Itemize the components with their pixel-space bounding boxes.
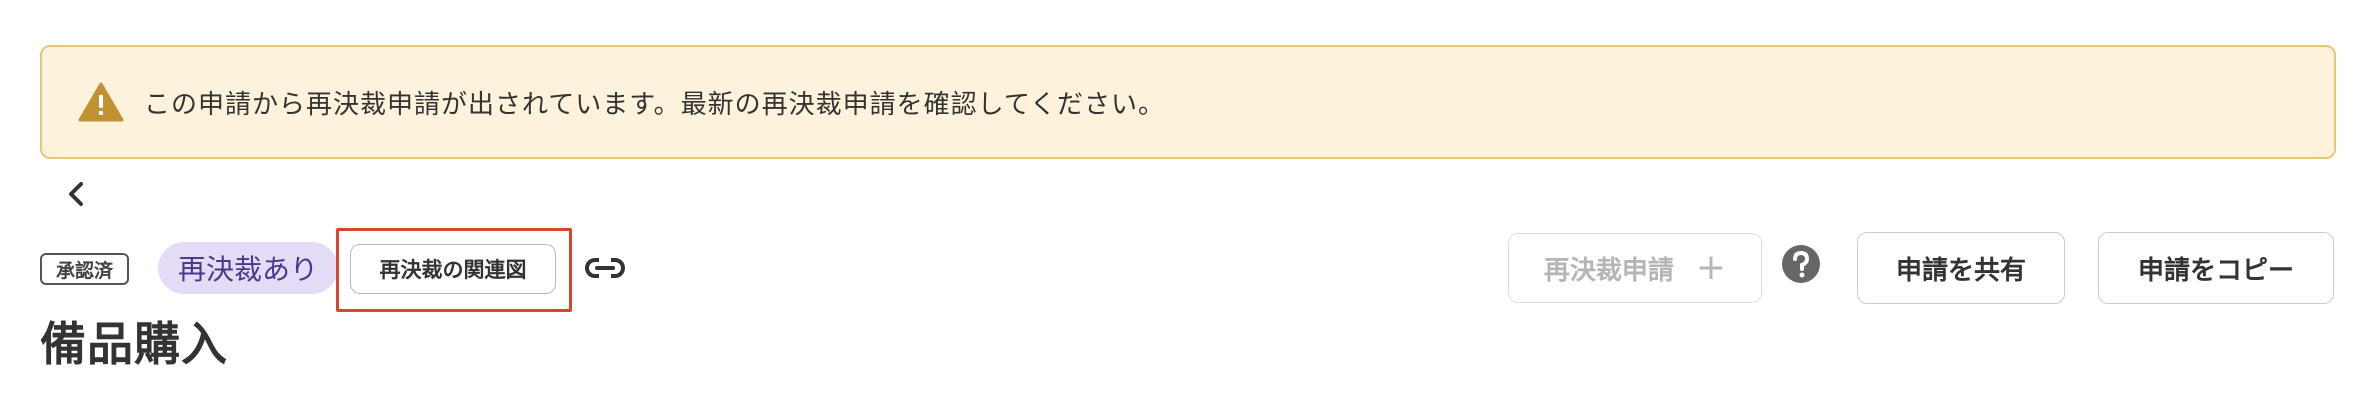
header-row: 承認済 再決裁あり 再決裁の関連図 再決裁申請 + 申請を共有 申請をコピー [0,228,2366,312]
alert-message: この申請から再決裁申請が出されています。最新の再決裁申請を確認してください。 [144,89,1166,120]
share-request-button[interactable]: 申請を共有 [1857,232,2065,304]
back-button[interactable] [58,178,94,214]
plus-icon: + [1695,247,1727,288]
link-icon[interactable] [584,250,626,286]
reapply-alert-banner: この申請から再決裁申請が出されています。最新の再決裁申請を確認してください。 [40,45,2336,159]
status-badge-reapply: 再決裁あり [158,242,339,294]
warning-triangle-icon [78,82,124,122]
copy-request-button[interactable]: 申請をコピー [2098,232,2334,304]
related-diagram-button[interactable]: 再決裁の関連図 [350,244,556,294]
reapply-button-label: 再決裁申請 [1543,255,1674,286]
page-title: 備品購入 [40,317,228,371]
reapply-button[interactable]: 再決裁申請 + [1508,233,1762,303]
chevron-left-icon [66,181,86,211]
question-circle-icon[interactable] [1781,244,1821,284]
status-badge-approved: 承認済 [40,253,130,285]
